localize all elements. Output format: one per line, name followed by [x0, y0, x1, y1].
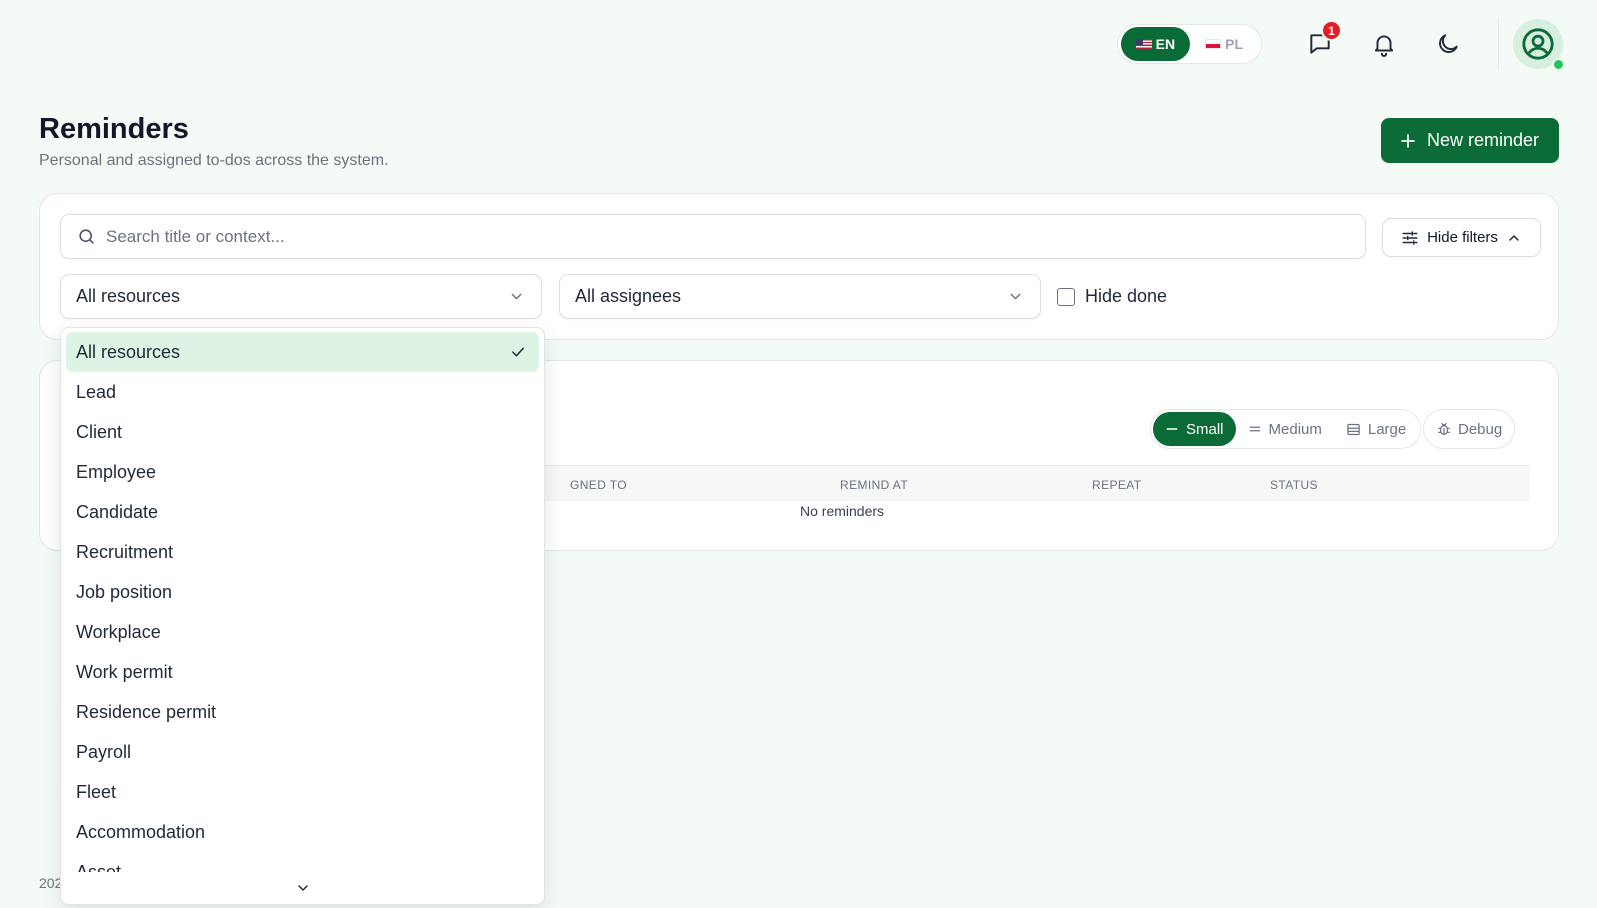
dropdown-scroll-down-button[interactable]: [61, 872, 544, 904]
density-medium-button[interactable]: Medium: [1236, 412, 1334, 446]
assignee-select-value: All assignees: [575, 286, 682, 306]
equals-icon: [1249, 426, 1260, 432]
resource-dropdown-menu: All resources Lead Client Employee Candi…: [60, 327, 545, 905]
resource-option-asset[interactable]: Asset: [66, 852, 539, 873]
column-header-status: STATUS: [1270, 478, 1318, 492]
sliders-icon: [1402, 230, 1418, 245]
online-status-dot: [1552, 58, 1565, 71]
resource-option-client[interactable]: Client: [66, 412, 539, 452]
bug-icon: [1438, 423, 1450, 435]
plus-icon: [1401, 133, 1415, 148]
chevron-down-icon: [511, 293, 522, 300]
resource-option-employee[interactable]: Employee: [66, 452, 539, 492]
resource-option-recruitment[interactable]: Recruitment: [66, 532, 539, 572]
messages-button[interactable]: 1: [1300, 20, 1342, 64]
option-label: Job position: [76, 581, 173, 602]
bell-icon: [1374, 35, 1394, 57]
messages-badge: 1: [1321, 20, 1342, 41]
language-pl-label: PL: [1225, 36, 1243, 52]
hide-done-toggle[interactable]: Hide done: [1057, 274, 1167, 319]
empty-state-text: No reminders: [800, 503, 885, 519]
resource-select[interactable]: All resources: [60, 274, 542, 319]
resource-option-fleet[interactable]: Fleet: [66, 772, 539, 812]
density-small-button[interactable]: Small: [1153, 412, 1236, 446]
user-avatar-icon: [1522, 28, 1554, 60]
language-en-button[interactable]: EN: [1120, 27, 1191, 61]
page-subtitle: Personal and assigned to-dos across the …: [39, 152, 389, 169]
topbar-divider: [1498, 18, 1499, 70]
page-title: Reminders: [39, 113, 189, 145]
hide-done-checkbox[interactable]: [1057, 287, 1075, 306]
search-icon: [79, 229, 94, 244]
chevron-down-icon: [1010, 293, 1021, 300]
option-label: Work permit: [76, 661, 173, 682]
density-large-button[interactable]: Large: [1334, 412, 1418, 446]
language-en-label: EN: [1155, 36, 1176, 52]
resource-option-residence-permit[interactable]: Residence permit: [66, 692, 539, 732]
check-icon: [512, 347, 524, 357]
option-label: Accommodation: [76, 821, 206, 842]
resource-select-value: All resources: [76, 286, 181, 306]
moon-icon: [1439, 34, 1458, 53]
rows-icon: [1347, 423, 1360, 435]
resource-option-workplace[interactable]: Workplace: [66, 612, 539, 652]
notifications-button[interactable]: [1364, 24, 1404, 64]
option-label: Fleet: [76, 781, 117, 802]
option-label: Asset: [76, 861, 122, 873]
hide-filters-label: Hide filters: [1427, 229, 1498, 246]
density-medium-label: Medium: [1268, 420, 1322, 438]
density-small-label: Small: [1186, 420, 1224, 438]
option-label: Client: [76, 421, 123, 442]
new-reminder-button[interactable]: New reminder: [1380, 118, 1559, 163]
option-label: Candidate: [76, 501, 159, 522]
column-header-remind-at: REMIND AT: [840, 478, 909, 492]
resource-option-job-position[interactable]: Job position: [66, 572, 539, 612]
theme-toggle-button[interactable]: [1428, 24, 1468, 64]
option-label: Payroll: [76, 741, 132, 762]
debug-button[interactable]: Debug: [1423, 409, 1516, 449]
minus-icon: [1166, 428, 1178, 430]
chevron-down-icon: [297, 885, 308, 891]
resource-option-payroll[interactable]: Payroll: [66, 732, 539, 772]
option-label: Employee: [76, 461, 157, 482]
resource-options-list[interactable]: All resources Lead Client Employee Candi…: [66, 332, 539, 872]
search-box: [60, 214, 1366, 259]
assignee-select[interactable]: All assignees: [559, 274, 1041, 319]
column-header-repeat: REPEAT: [1092, 478, 1142, 492]
option-label: Residence permit: [76, 701, 217, 722]
density-large-label: Large: [1367, 420, 1407, 438]
chevron-up-icon: [1509, 234, 1519, 241]
option-label: Workplace: [76, 621, 161, 642]
footer-text: 202: [39, 875, 63, 891]
pl-flag-icon: [1205, 39, 1222, 49]
debug-label: Debug: [1458, 420, 1503, 438]
top-bar: EN PL 1: [1116, 18, 1565, 71]
resource-option-accommodation[interactable]: Accommodation: [66, 812, 539, 852]
option-label: All resources: [76, 341, 181, 362]
option-label: Lead: [76, 381, 117, 402]
resource-option-candidate[interactable]: Candidate: [66, 492, 539, 532]
option-label: Recruitment: [76, 541, 174, 562]
us-flag-icon: [1135, 39, 1152, 49]
hide-filters-button[interactable]: Hide filters: [1382, 218, 1541, 257]
resource-option-lead[interactable]: Lead: [66, 372, 539, 412]
hide-done-label: Hide done: [1085, 286, 1168, 306]
search-input[interactable]: [106, 226, 1306, 247]
new-reminder-label: New reminder: [1426, 130, 1539, 150]
density-switcher: Small Medium Large: [1150, 409, 1422, 449]
resource-option-all-resources[interactable]: All resources: [66, 332, 539, 372]
language-toggle: EN PL: [1116, 24, 1262, 64]
filters-card: Hide filters All resources All assignees…: [39, 193, 1559, 340]
user-avatar[interactable]: [1513, 19, 1565, 71]
language-pl-button[interactable]: PL: [1190, 27, 1258, 61]
resource-option-work-permit[interactable]: Work permit: [66, 652, 539, 692]
column-header-assigned-to: GNED TO: [570, 478, 628, 492]
